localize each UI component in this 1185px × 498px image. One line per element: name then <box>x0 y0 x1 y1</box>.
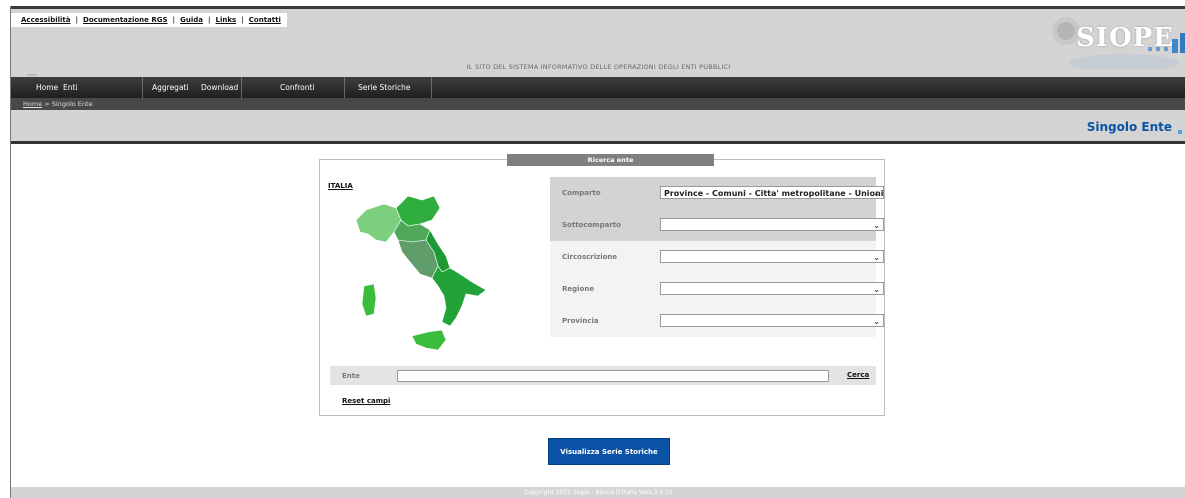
italy-map <box>355 195 487 351</box>
map-region-sud[interactable] <box>431 265 487 327</box>
nav-aggregati[interactable]: Aggregati <box>152 77 189 98</box>
nav-marker <box>27 74 37 76</box>
map-region-nord-ovest[interactable] <box>355 203 402 243</box>
field-row-regione: Regione ⌄ <box>550 273 884 305</box>
field-row-comparto: Comparto Province - Comuni - Citta' metr… <box>550 177 884 209</box>
site-header: Accessibilità | Documentazione RGS | Guida | L… <box>11 9 1185 77</box>
breadcrumb-separator: > <box>42 100 52 108</box>
italia-link[interactable]: ITALIA <box>328 182 353 190</box>
nav-home[interactable]: Home <box>36 77 58 98</box>
field-row-circoscrizione: Circoscrizione ⌄ <box>550 241 884 273</box>
regione-label: Regione <box>562 285 595 293</box>
nav-confronti[interactable]: Confronti <box>280 77 315 98</box>
visualizza-serie-storiche-button[interactable]: Visualizza Serie Storiche <box>548 438 670 465</box>
comparto-label: Comparto <box>562 189 601 197</box>
panel-title: Ricerca ente <box>507 154 714 166</box>
search-panel: Ricerca ente ITALIA Comparto Province - … <box>319 154 885 416</box>
field-row-provincia: Provincia ⌄ <box>550 305 884 337</box>
provincia-label: Provincia <box>562 317 599 325</box>
map-region-sicilia[interactable] <box>411 329 447 351</box>
footer-copyright: Copyright 2015 Siope - Banca D'Italia Ve… <box>11 487 1185 498</box>
field-row-sottocomparto: Sottocomparto ⌄ <box>550 209 884 241</box>
provincia-select[interactable]: ⌄ <box>660 314 884 327</box>
link-contatti[interactable]: Contatti <box>249 16 281 24</box>
separator: | <box>172 16 176 24</box>
site-tagline: IL SITO DEL SISTEMA INFORMATIVO DELLE OP… <box>466 63 731 71</box>
nav-divider <box>142 77 143 98</box>
link-guida[interactable]: Guida <box>180 16 203 24</box>
circoscrizione-label: Circoscrizione <box>562 253 618 261</box>
sottocomparto-select[interactable]: ⌄ <box>660 218 884 231</box>
chevron-down-icon: ⌄ <box>873 189 880 198</box>
comparto-select[interactable]: Province - Comuni - Citta' metropolitane… <box>660 186 884 199</box>
title-bar: Singolo Ente <box>11 110 1185 144</box>
link-links[interactable]: Links <box>216 16 237 24</box>
separator: | <box>241 16 244 24</box>
chevron-down-icon: ⌄ <box>873 285 880 294</box>
nav-download[interactable]: Download <box>201 77 238 98</box>
nav-divider <box>431 77 432 98</box>
logo-text: SIOPE <box>1076 23 1174 53</box>
siope-logo: SIOPE <box>1036 11 1185 72</box>
link-documentazione-rgs[interactable]: Documentazione RGS <box>83 16 167 24</box>
separator: | <box>75 16 79 24</box>
comparto-value: Province - Comuni - Citta' metropolitane… <box>664 189 884 198</box>
breadcrumb-current: Singolo Ente <box>51 100 93 108</box>
sottocomparto-label: Sottocomparto <box>562 221 621 229</box>
main-nav: Home Enti Aggregati Download Confronti S… <box>11 74 1185 98</box>
breadcrumb-home[interactable]: Home <box>23 100 42 108</box>
nav-serie-storiche[interactable]: Serie Storiche <box>358 77 411 98</box>
nav-divider <box>344 77 345 98</box>
chevron-down-icon: ⌄ <box>873 317 880 326</box>
top-links: Accessibilità | Documentazione RGS | Guida | L… <box>11 13 287 27</box>
title-accent <box>1178 130 1182 134</box>
link-accessibilita[interactable]: Accessibilità <box>21 16 70 24</box>
page-frame: Accessibilità | Documentazione RGS | Guida | L… <box>10 6 1185 498</box>
ente-search-bar: Ente Cerca <box>330 366 876 385</box>
nav-enti[interactable]: Enti <box>63 77 78 98</box>
ente-input[interactable] <box>397 370 829 382</box>
breadcrumb: Home > Singolo Ente <box>11 98 1185 110</box>
regione-select[interactable]: ⌄ <box>660 282 884 295</box>
page-title: Singolo Ente <box>1086 120 1172 134</box>
chevron-down-icon: ⌄ <box>873 253 880 262</box>
map-region-sardegna[interactable] <box>361 283 377 317</box>
cerca-link[interactable]: Cerca <box>847 371 869 379</box>
circoscrizione-select[interactable]: ⌄ <box>660 250 884 263</box>
nav-divider <box>241 77 242 98</box>
chevron-down-icon: ⌄ <box>873 221 880 230</box>
reset-campi-link[interactable]: Reset campi <box>342 397 390 405</box>
ente-label: Ente <box>342 372 360 380</box>
separator: | <box>207 16 211 24</box>
filter-fields: Comparto Province - Comuni - Citta' metr… <box>550 177 884 337</box>
